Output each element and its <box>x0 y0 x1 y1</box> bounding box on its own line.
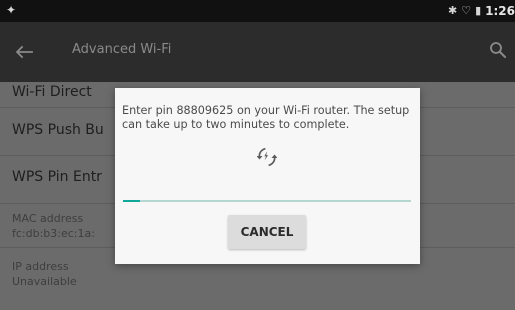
progress-track <box>123 200 411 202</box>
wps-icon <box>257 147 277 167</box>
dialog-message: Enter pin 88809625 on your Wi-Fi router.… <box>122 104 410 131</box>
wps-dialog: Enter pin 88809625 on your Wi-Fi router.… <box>115 88 420 264</box>
progress-fill <box>123 200 141 202</box>
cancel-button[interactable]: CANCEL <box>228 215 306 249</box>
